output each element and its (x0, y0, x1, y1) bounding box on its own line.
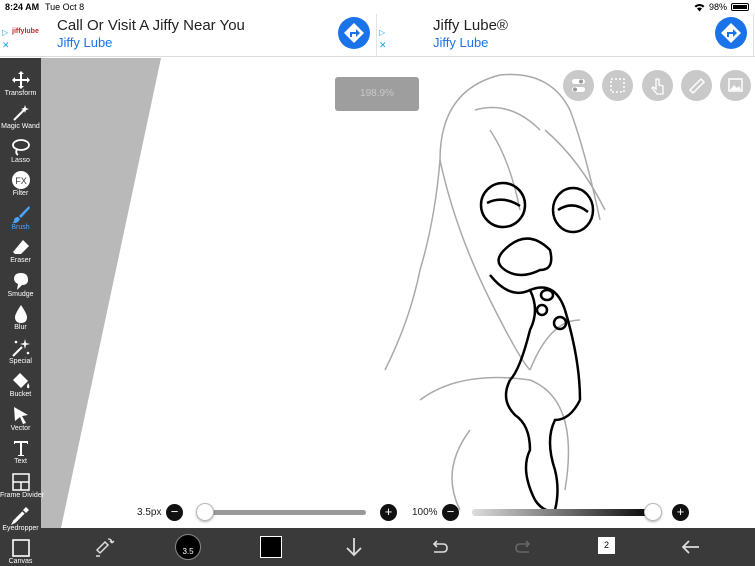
swap-brush-icon[interactable] (91, 534, 117, 560)
status-right: 98% (694, 2, 749, 12)
tool-label: Bucket (9, 391, 32, 398)
tool-smudge[interactable]: Smudge (0, 269, 41, 302)
brush-slider-row: 3.5px − + 100% − + (0, 500, 755, 526)
layers-icon[interactable]: 2 (598, 537, 615, 554)
frame-divider-icon (11, 473, 30, 491)
status-bar: 8:24 AM Tue Oct 8 98% (0, 0, 755, 14)
brush-size-plus-button[interactable]: + (380, 504, 397, 521)
status-time: 8:24 AM (5, 2, 40, 12)
back-arrow-icon[interactable] (678, 534, 704, 560)
tool-frame-divider[interactable]: Frame Divider (0, 470, 44, 503)
tool-label: Special (9, 358, 32, 365)
battery-percent: 98% (708, 2, 727, 12)
move-arrows-icon (11, 71, 30, 89)
tool-text[interactable]: Text (0, 436, 41, 469)
tool-vector[interactable]: Vector (0, 403, 41, 436)
canvas-icon (11, 539, 30, 557)
tool-label: Canvas (8, 558, 33, 565)
tool-label: Frame Divider (0, 492, 44, 499)
color-swatch-icon[interactable] (260, 536, 282, 558)
adchoices-icon[interactable]: ▷ (379, 28, 385, 37)
tool-eraser[interactable]: Eraser (0, 235, 41, 268)
jiffy-lube-logo: jiffylube (12, 28, 39, 35)
opacity-minus-button[interactable]: − (442, 504, 459, 521)
tool-label: Filter (12, 190, 29, 197)
ad-close-icon[interactable]: ✕ (379, 40, 387, 51)
opacity-plus-button[interactable]: + (672, 504, 689, 521)
ad-left[interactable]: ▷ ✕ jiffylube Call Or Visit A Jiffy Near… (0, 14, 377, 57)
redo-icon[interactable] (511, 534, 537, 560)
svg-text:FX: FX (15, 176, 27, 186)
tool-label: Vector (10, 425, 31, 432)
lasso-icon (11, 139, 30, 156)
touch-icon[interactable] (642, 70, 673, 101)
down-arrow-icon[interactable] (341, 534, 367, 560)
adchoices-icon[interactable]: ▷ (2, 28, 8, 37)
tool-canvas[interactable]: Canvas (0, 536, 41, 566)
toggle-icon[interactable] (563, 70, 594, 101)
ad-banner: ▷ ✕ jiffylube Call Or Visit A Jiffy Near… (0, 14, 755, 57)
tool-magic-wand[interactable]: Magic Wand (0, 101, 41, 134)
tool-label: Brush (11, 224, 30, 231)
opacity-slider[interactable] (472, 509, 658, 516)
brush-icon (11, 206, 30, 224)
canvas-shadow (41, 58, 161, 528)
tool-label: Magic Wand (1, 123, 40, 130)
opacity-knob[interactable] (644, 503, 662, 521)
tool-brush[interactable]: Brush (0, 202, 41, 235)
zoom-level-badge: 198.9% (335, 77, 419, 111)
cursor-icon (13, 407, 28, 424)
directions-arrow-icon[interactable] (715, 17, 747, 49)
tool-special[interactable]: Special (0, 336, 41, 369)
text-icon (13, 441, 28, 456)
image-icon[interactable] (720, 70, 751, 101)
brush-color-icon[interactable]: 3.5 (175, 534, 201, 560)
smudge-icon (13, 273, 28, 290)
tool-sidebar: Transform Magic Wand Lasso FX Filter Bru… (0, 58, 44, 566)
magic-wand-icon (12, 105, 29, 121)
brush-size-minus-button[interactable]: − (166, 504, 183, 521)
ad-right[interactable]: ▷ ✕ Jiffy Lube® Jiffy Lube (377, 14, 754, 57)
ad-close-icon[interactable]: ✕ (2, 40, 10, 51)
battery-icon (731, 3, 749, 11)
bucket-icon (12, 373, 29, 389)
ad-subtitle[interactable]: Jiffy Lube (433, 35, 488, 50)
brush-size-knob[interactable] (196, 503, 215, 521)
wifi-icon (694, 3, 705, 11)
ad-subtitle[interactable]: Jiffy Lube (57, 35, 112, 50)
tool-label: Lasso (11, 157, 30, 164)
brush-size-value: 3.5px (137, 507, 162, 518)
opacity-value: 100% (412, 507, 438, 518)
ad-title[interactable]: Call Or Visit A Jiffy Near You (57, 17, 245, 34)
tool-filter[interactable]: FX Filter (0, 168, 41, 201)
ad-title[interactable]: Jiffy Lube® (433, 17, 508, 34)
sketch-artwork (384, 73, 606, 513)
status-date: Tue Oct 8 (45, 2, 85, 12)
tool-label: Eraser (10, 257, 31, 264)
tool-label: Text (14, 458, 27, 465)
drop-icon (14, 305, 27, 323)
tool-label: Blur (14, 324, 27, 331)
tool-blur[interactable]: Blur (0, 302, 41, 335)
tool-transform[interactable]: Transform (0, 68, 41, 101)
tool-bucket[interactable]: Bucket (0, 369, 41, 402)
bottom-toolbar: 3.5 2 (41, 528, 755, 566)
ruler-icon[interactable] (681, 70, 712, 101)
fx-icon: FX (11, 171, 30, 189)
tool-lasso[interactable]: Lasso (0, 135, 41, 168)
sparkle-wand-icon (11, 339, 30, 357)
tool-label: Smudge (7, 291, 34, 298)
brush-size-slider[interactable] (198, 510, 366, 515)
directions-arrow-icon[interactable] (338, 17, 370, 49)
undo-icon[interactable] (426, 534, 452, 560)
selection-icon[interactable] (602, 70, 633, 101)
eraser-icon (12, 240, 29, 254)
tool-label: Transform (4, 90, 37, 97)
tool-label: Eyedropper (2, 525, 39, 532)
